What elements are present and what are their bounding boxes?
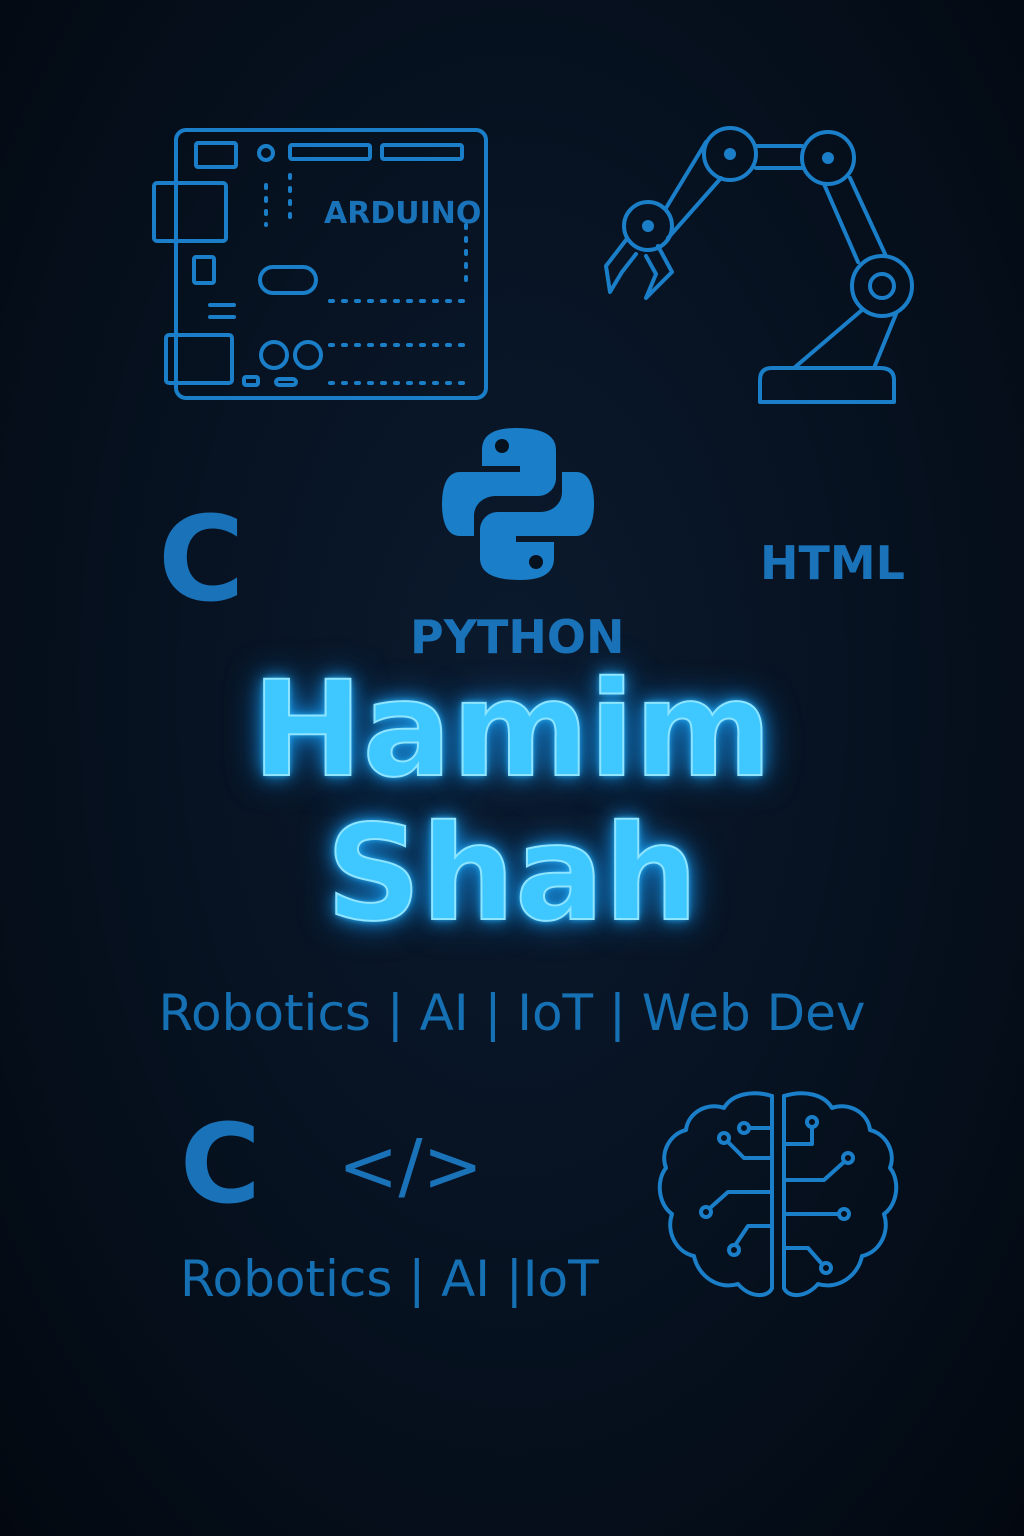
- tagline-main: Robotics | AI | IoT | Web Dev: [158, 984, 866, 1042]
- name-first: Hamim: [251, 653, 773, 807]
- brain-circuit-icon: [657, 1091, 899, 1297]
- python-logo-icon: [442, 428, 594, 580]
- tagline-secondary: Robotics | AI |IoT: [180, 1250, 599, 1308]
- code-tag-icon: </>: [338, 1124, 483, 1208]
- name-last: Shah: [325, 797, 699, 951]
- c-language-label-bottom: C: [180, 1100, 261, 1228]
- arduino-board-icon: [152, 128, 488, 400]
- html-label: HTML: [760, 536, 905, 590]
- robotic-arm-icon: [604, 126, 914, 404]
- c-language-label: C: [158, 490, 245, 628]
- arduino-label: ARDUINO: [324, 196, 482, 231]
